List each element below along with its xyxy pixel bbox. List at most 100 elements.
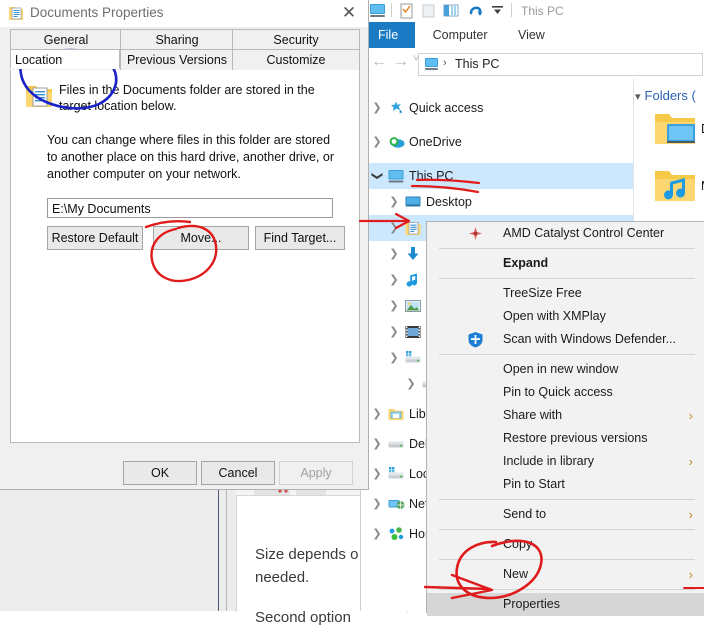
menu-item-properties[interactable]: Properties (427, 593, 704, 616)
tree-item-onedrive[interactable]: ❯ OneDrive (361, 129, 633, 155)
this-pc-icon[interactable] (369, 3, 386, 24)
menu-separator (439, 529, 695, 530)
tree-item-this-pc[interactable]: ❯ This PC (361, 163, 633, 189)
amd-icon (467, 225, 484, 242)
music-icon (405, 272, 421, 288)
menu-item-share-with[interactable]: Share with › (427, 404, 704, 427)
menu-item-open-with-xmplay[interactable]: Open with XMPlay (427, 305, 704, 328)
ribbon-tab-file[interactable]: File (361, 22, 416, 48)
chevron-right-icon[interactable]: ❯ (371, 521, 383, 547)
find-target-button[interactable]: Find Target... (255, 226, 345, 250)
back-button[interactable]: ← (371, 53, 387, 71)
chevron-right-icon[interactable]: ❯ (388, 215, 400, 241)
tree-item-label: Desktop (426, 195, 472, 209)
address-input[interactable]: › This PC (418, 53, 703, 76)
local-disk-icon (405, 350, 421, 366)
menu-item-new[interactable]: New › (427, 563, 704, 586)
chevron-right-icon[interactable]: ❯ (371, 95, 383, 121)
location-input[interactable]: E:\My Documents (47, 198, 333, 218)
tree-item-quick-access[interactable]: ❯ Quick access (361, 95, 633, 121)
chevron-right-icon[interactable]: ❯ (371, 461, 383, 487)
menu-item-treesize-free[interactable]: TreeSize Free (427, 282, 704, 305)
menu-item-pin-to-start[interactable]: Pin to Start (427, 473, 704, 496)
homegroup-icon (388, 526, 404, 542)
ribbon-tab-strip: File Computer View (361, 22, 704, 49)
background-divider-light (226, 487, 227, 611)
chevron-down-icon[interactable]: ▾ (635, 91, 641, 103)
chevron-right-icon[interactable]: ❯ (371, 129, 383, 155)
view-panes-icon[interactable] (443, 3, 459, 24)
undo-icon[interactable] (467, 1, 485, 24)
tab-security[interactable]: Security (232, 29, 360, 51)
forward-button[interactable]: → (393, 53, 409, 71)
menu-item-restore-previous-versions[interactable]: Restore previous versions (427, 427, 704, 450)
desktop-icon (405, 194, 421, 210)
chevron-right-icon: › (688, 567, 693, 582)
folders-group-label: Folders ( (644, 88, 696, 103)
chevron-right-icon[interactable]: ❯ (371, 431, 383, 457)
menu-separator (439, 559, 695, 560)
new-folder-icon[interactable] (421, 3, 436, 24)
menu-item-label: Include in library (503, 454, 595, 468)
menu-separator (439, 278, 695, 279)
menu-item-scan-with-windows-defender[interactable]: Scan with Windows Defender... (427, 328, 704, 351)
move-button[interactable]: Move... (153, 226, 249, 250)
menu-separator (439, 499, 695, 500)
cancel-button[interactable]: Cancel (201, 461, 275, 485)
documents-properties-dialog: Documents Properties ✕ General Sharing S… (0, 0, 369, 490)
close-icon[interactable]: ✕ (336, 2, 362, 24)
tab-previous-versions[interactable]: Previous Versions (120, 49, 234, 71)
tree-item-desktop[interactable]: ❯ Desktop (361, 189, 633, 215)
libraries-icon (388, 406, 404, 422)
chevron-right-icon[interactable]: ❯ (388, 189, 400, 215)
folder-tile-music[interactable] (653, 165, 697, 210)
background-divider-dark (218, 487, 219, 611)
dialog-description: Files in the Documents folder are stored… (59, 83, 315, 113)
chevron-right-icon[interactable]: ❯ (405, 371, 417, 397)
customize-qat-icon[interactable] (491, 4, 504, 22)
menu-item-expand[interactable]: Expand (427, 252, 704, 275)
downloads-icon (405, 246, 421, 262)
chevron-right-icon[interactable]: ❯ (388, 319, 400, 345)
background-text-line-3: Second option (255, 609, 351, 626)
chevron-right-icon[interactable]: ❯ (371, 491, 383, 517)
dialog-paragraph: You can change where files in this folde… (47, 133, 334, 181)
menu-item-label: Expand (503, 256, 549, 270)
ok-button[interactable]: OK (123, 461, 197, 485)
breadcrumb-separator[interactable]: › (443, 57, 447, 69)
menu-item-include-in-library[interactable]: Include in library › (427, 450, 704, 473)
documents-folder-icon (25, 82, 53, 115)
restore-default-button[interactable]: Restore Default (47, 226, 143, 250)
chevron-right-icon[interactable]: ❯ (388, 293, 400, 319)
chevron-right-icon[interactable]: ❯ (388, 267, 400, 293)
menu-item-label: Copy (503, 537, 533, 551)
tab-customize[interactable]: Customize (232, 49, 360, 71)
chevron-right-icon[interactable]: ❯ (388, 241, 400, 267)
ribbon-tab-computer[interactable]: Computer (420, 22, 501, 48)
menu-item-open-in-new-window[interactable]: Open in new window (427, 358, 704, 381)
qat-divider-2 (511, 3, 512, 17)
menu-item-label: Properties (503, 597, 560, 611)
menu-item-amd-catalyst-control-center[interactable]: AMD Catalyst Control Center (427, 222, 704, 245)
menu-item-label: TreeSize Free (503, 286, 582, 300)
menu-separator (439, 589, 695, 590)
properties-icon[interactable] (399, 3, 414, 24)
tab-general[interactable]: General (10, 29, 122, 51)
menu-item-send-to[interactable]: Send to › (427, 503, 704, 526)
defender-shield-icon (467, 331, 484, 348)
chevron-right-icon[interactable]: ❯ (388, 345, 400, 371)
breadcrumb-this-pc[interactable]: This PC (455, 57, 499, 71)
ribbon-tab-view[interactable]: View (505, 22, 558, 48)
dialog-title-bar: Documents Properties ✕ (0, 0, 368, 27)
menu-item-pin-to-quick-access[interactable]: Pin to Quick access (427, 381, 704, 404)
folder-tile-desktop[interactable] (653, 108, 697, 153)
background-text-line-1: Size depends o (255, 546, 359, 563)
folders-group-header[interactable]: ▾ Folders ( (635, 88, 696, 103)
dialog-body: Files in the Documents folder are stored… (10, 70, 360, 443)
menu-item-copy[interactable]: Copy (427, 533, 704, 556)
tab-sharing[interactable]: Sharing (120, 29, 234, 51)
tree-item-label: Quick access (409, 101, 484, 115)
chevron-right-icon[interactable]: ❯ (371, 401, 383, 427)
explorer-title-text: This PC (521, 4, 564, 18)
tab-location[interactable]: Location (10, 49, 120, 69)
